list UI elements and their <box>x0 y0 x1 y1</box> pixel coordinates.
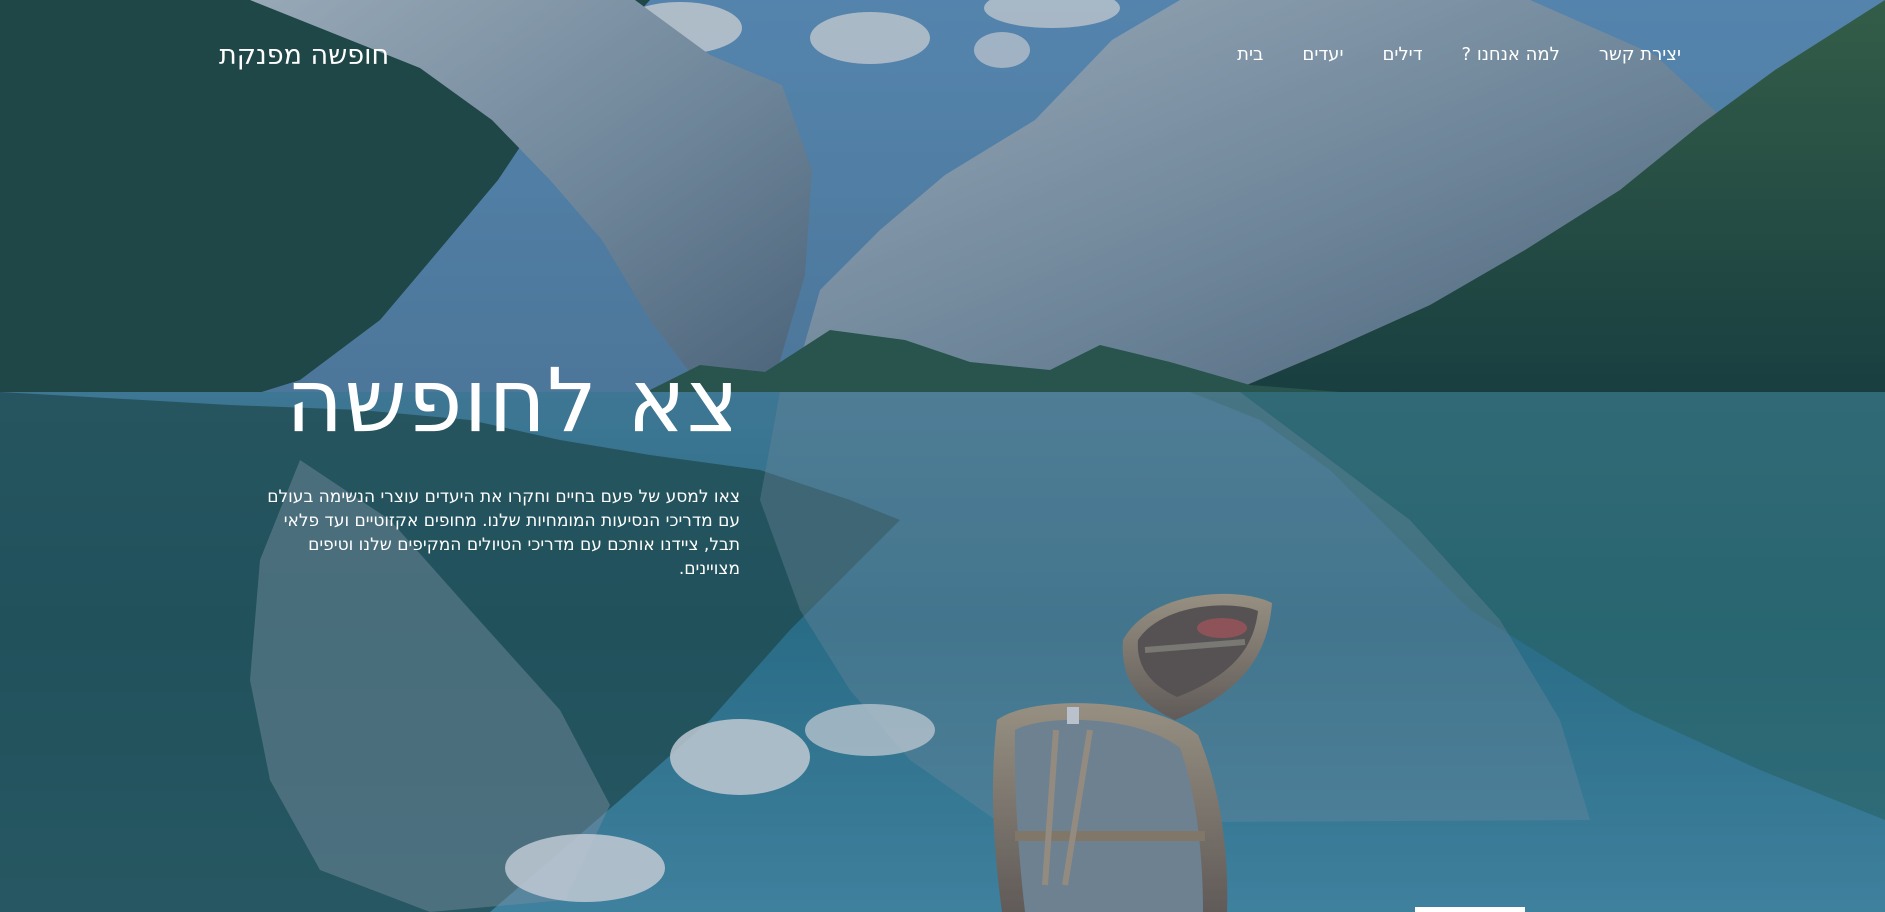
boat-front <box>992 703 1228 912</box>
site-header: חופשה מפנקת בית יעדים דילים למה אנחנו ? … <box>0 0 1885 112</box>
site-logo[interactable]: חופשה מפנקת <box>219 39 389 73</box>
nav-contact-link[interactable]: יצירת קשר <box>1599 43 1681 67</box>
nav-home-link[interactable]: בית <box>1237 43 1263 67</box>
nav-why-us-link[interactable]: למה אנחנו ? <box>1462 43 1560 67</box>
nav-destinations-link[interactable]: יעדים <box>1302 43 1343 67</box>
hero-section: חופשה מפנקת בית יעדים דילים למה אנחנו ? … <box>0 0 1885 912</box>
hero-copy: צא לחופשה צאו למסע של פעם בחיים וחקרו את… <box>220 353 740 598</box>
main-navigation: בית יעדים דילים למה אנחנו ? יצירת קשר <box>1237 43 1681 67</box>
hero-title: צא לחופשה <box>285 349 740 452</box>
bottom-action-strip <box>1415 907 1525 912</box>
nav-deals-link[interactable]: דילים <box>1382 43 1422 67</box>
hero-description: צאו למסע של פעם בחיים וחקרו את היעדים עו… <box>267 487 740 579</box>
